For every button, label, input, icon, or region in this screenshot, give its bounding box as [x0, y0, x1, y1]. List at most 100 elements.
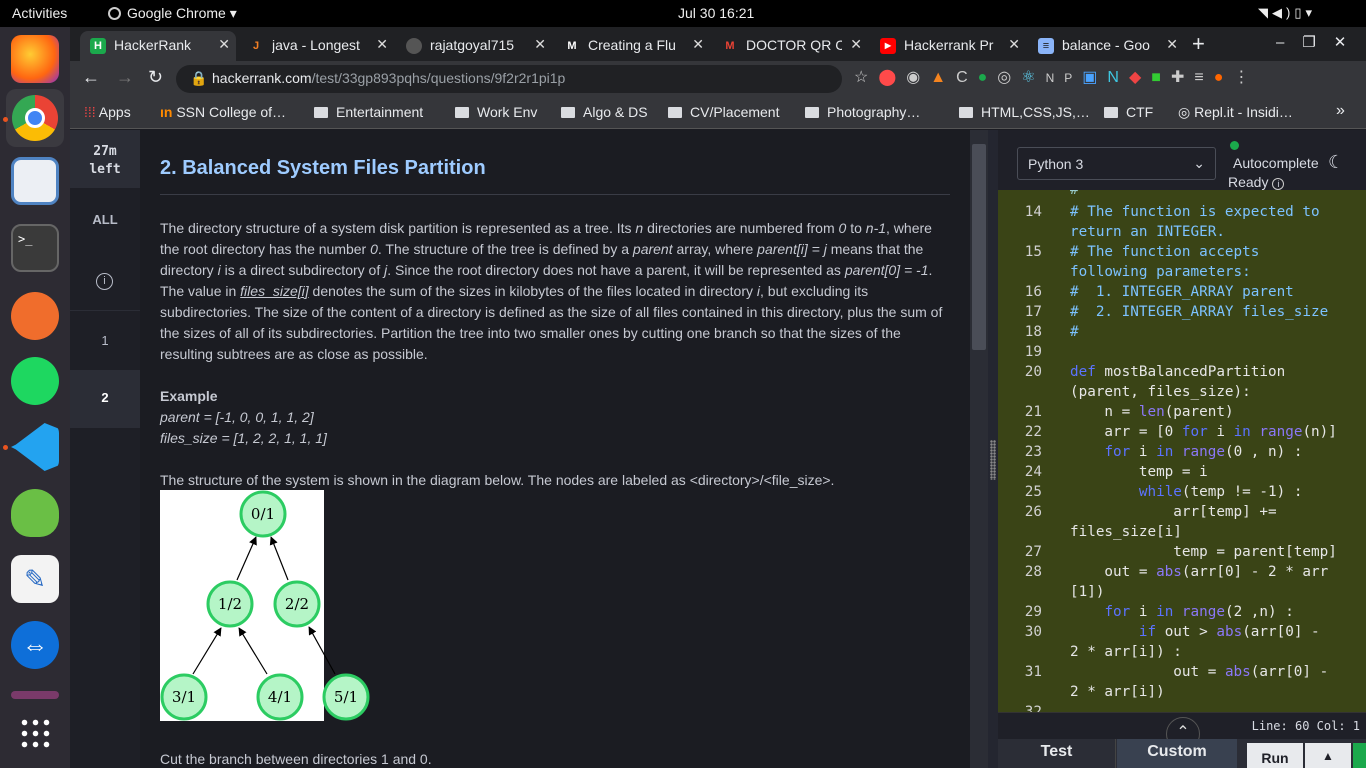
address-bar[interactable]: 🔒 hackerrank.com/test/33gp893pqhs/questi…	[176, 65, 842, 93]
close-icon[interactable]: ✕	[850, 36, 862, 53]
tab-gmail[interactable]: M DOCTOR QR C ✕	[712, 31, 868, 61]
line-number: 27	[1024, 544, 1042, 560]
extension-icon[interactable]: ▣	[1082, 69, 1107, 86]
bookmark-folder[interactable]: Algo & DS	[561, 104, 648, 120]
info-icon[interactable]: i	[96, 273, 113, 290]
clock[interactable]: Jul 30 16:21	[678, 5, 754, 21]
postman-icon[interactable]	[11, 292, 59, 340]
back-icon[interactable]: ←	[82, 67, 100, 88]
folder-icon	[314, 107, 328, 118]
bookmarks-overflow[interactable]: »	[1336, 102, 1345, 120]
drag-handle-icon[interactable]	[990, 440, 996, 480]
question-scrollbar[interactable]	[970, 130, 988, 768]
code-line: return an INTEGER.	[1070, 224, 1225, 240]
extension-icon[interactable]: C	[956, 69, 978, 86]
system-tray[interactable]: ◥◀)▯▾	[1258, 5, 1316, 21]
show-apps-icon[interactable]	[19, 717, 51, 749]
extension-icon[interactable]: ◉	[906, 69, 930, 86]
extension-icon[interactable]: NP	[1046, 71, 1083, 85]
code-line: (parent, files_size):	[1070, 384, 1251, 400]
nav-all[interactable]: ALL	[70, 212, 140, 227]
extension-icon[interactable]: ⬤	[878, 69, 906, 86]
puzzle-icon[interactable]: ✚	[1171, 69, 1194, 86]
window-controls[interactable]: –❐✕	[1276, 33, 1364, 51]
new-tab-button[interactable]: +	[1192, 31, 1205, 57]
firefox-icon[interactable]	[11, 35, 59, 83]
close-icon[interactable]: ✕	[1166, 36, 1178, 53]
tab-github[interactable]: rajatgoyal715 ✕	[396, 31, 552, 61]
nav-question-2[interactable]: 2	[70, 370, 140, 428]
close-icon[interactable]: ✕	[692, 36, 704, 53]
maximize-icon[interactable]: ❐	[1302, 34, 1333, 51]
line-number: 14	[1024, 204, 1042, 220]
bookmark-folder[interactable]: Entertainment	[314, 104, 423, 120]
vscode-icon[interactable]	[11, 423, 59, 471]
profile-avatar[interactable]: ●	[1214, 69, 1234, 86]
theme-toggle-icon[interactable]: ☾	[1328, 152, 1344, 173]
scrollbar-thumb[interactable]	[972, 144, 986, 350]
tab-custom[interactable]: Custom	[1117, 739, 1237, 768]
spotify-icon[interactable]	[11, 357, 59, 405]
bookmark-star-icon[interactable]: ☆	[854, 69, 878, 86]
reload-icon[interactable]: ↻	[148, 67, 163, 88]
youtube-icon: ▶	[880, 38, 896, 54]
tab-test[interactable]: Test	[998, 739, 1116, 768]
submit-button-edge[interactable]	[1353, 743, 1366, 768]
bookmark-folder[interactable]: HTML,CSS,JS,…	[959, 104, 1090, 120]
chrome-icon	[108, 7, 121, 20]
bookmark-folder[interactable]: CV/Placement	[668, 104, 779, 120]
close-window-icon[interactable]: ✕	[1334, 34, 1365, 51]
menu-icon[interactable]: ⋮	[1233, 69, 1259, 86]
bookmark-folder[interactable]: Work Env	[455, 104, 537, 120]
info-icon[interactable]: i	[1272, 178, 1285, 190]
robot-app-icon[interactable]	[11, 489, 59, 537]
tab-youtube[interactable]: ▶ Hackerrank Pr ✕	[870, 31, 1026, 61]
bookmark-folder[interactable]: Photography…	[805, 104, 920, 120]
text-editor-icon[interactable]: ✎	[11, 555, 59, 603]
teamviewer-icon[interactable]: ⇔	[11, 621, 59, 669]
tab-hackerrank[interactable]: H HackerRank ✕	[80, 31, 236, 61]
pane-splitter[interactable]	[988, 130, 998, 768]
nav-question-1[interactable]: 1	[70, 333, 140, 348]
extension-icon[interactable]: N	[1107, 69, 1129, 86]
code-line: out = abs(arr[0] - 2 * arr	[1070, 564, 1329, 580]
code-editor[interactable]: # 14 # The function is expected to retur…	[998, 190, 1366, 712]
files-icon[interactable]	[11, 157, 59, 205]
close-icon[interactable]: ✕	[218, 36, 230, 53]
activities-button[interactable]: Activities	[12, 5, 67, 21]
phone-icon: ▯	[1294, 5, 1306, 20]
folder-icon	[1104, 107, 1118, 118]
chrome-dock-item[interactable]	[6, 89, 64, 147]
close-icon[interactable]: ✕	[534, 36, 546, 53]
line-number: 29	[1024, 604, 1042, 620]
bottom-tabs: Test Custom Run ▲	[998, 739, 1366, 768]
bookmark-folder[interactable]: CTF	[1104, 104, 1153, 120]
close-icon[interactable]: ✕	[1008, 36, 1020, 53]
minimize-icon[interactable]: –	[1276, 34, 1302, 51]
extension-icon[interactable]: ■	[1151, 69, 1171, 86]
run-button[interactable]: Run	[1247, 743, 1303, 768]
language-select[interactable]: Python 3 ⌄	[1017, 147, 1216, 180]
terminal-icon[interactable]: >_	[11, 224, 59, 272]
app-menu[interactable]: Google Chrome ▾	[108, 5, 237, 22]
caret-up-icon[interactable]: ▲	[1305, 743, 1351, 768]
autocomplete-status: Ready i	[1228, 174, 1285, 190]
extension-icon[interactable]: ◆	[1129, 69, 1151, 86]
bookmark-apps[interactable]: ⁞⁞⁞ Apps	[84, 104, 131, 120]
reading-list-icon[interactable]: ≡	[1194, 69, 1213, 86]
forward-icon[interactable]: →	[116, 67, 134, 88]
line-number: 26	[1024, 504, 1042, 520]
metamask-icon[interactable]: ▲	[930, 69, 956, 86]
line-number: 15	[1024, 244, 1042, 260]
tab-java[interactable]: Jjava - Longest ✕	[238, 31, 394, 61]
react-devtools-icon[interactable]: ⚛	[1021, 69, 1045, 86]
bookmark-item[interactable]: ın SSN College of…	[160, 104, 286, 120]
close-icon[interactable]: ✕	[376, 36, 388, 53]
tab-google-docs[interactable]: ≡ balance - Goo ✕	[1028, 31, 1184, 61]
extension-icon[interactable]: ●	[978, 69, 998, 86]
tab-medium[interactable]: M Creating a Flu ✕	[554, 31, 710, 61]
extension-icon[interactable]: ◎	[997, 69, 1021, 86]
bookmark-item[interactable]: ◎ Repl.it - Insidi…	[1178, 104, 1293, 121]
replit-icon: ◎	[1178, 104, 1191, 120]
extensions-bar[interactable]: ☆⬤◉▲C●◎⚛NP▣N◆■✚≡●⋮	[854, 67, 1259, 87]
